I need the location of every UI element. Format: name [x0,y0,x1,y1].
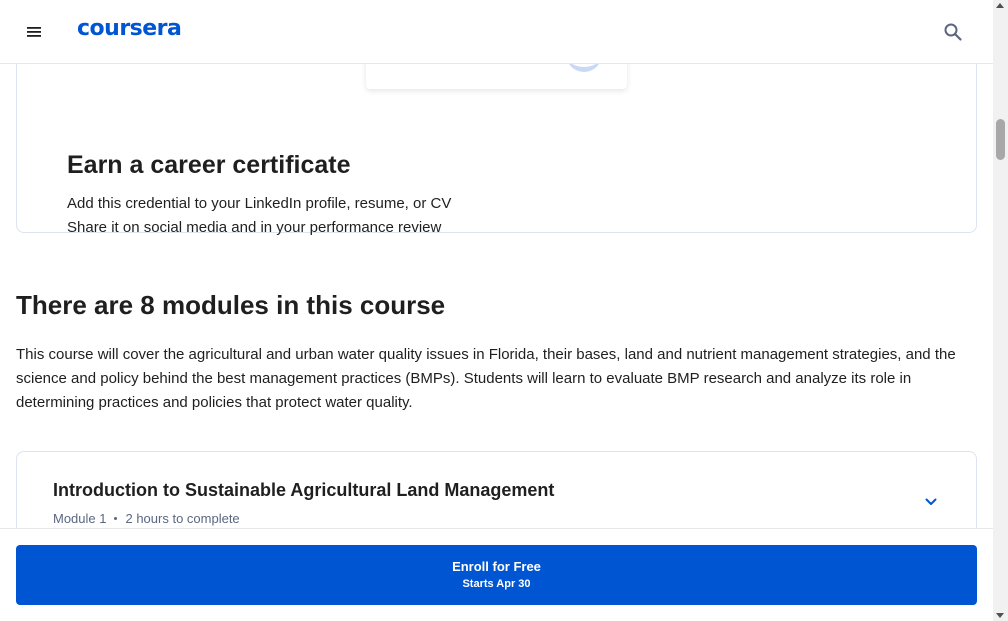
certificate-benefit-linkedin: Add this credential to your LinkedIn pro… [67,195,452,212]
certificate-title: Earn a career certificate [67,151,351,179]
course-description: This course will cover the agricultural … [16,346,956,411]
module-title: Introduction to Sustainable Agricultural… [53,480,555,500]
modules-heading: There are 8 modules in this course [16,290,446,320]
scrollbar-thumb[interactable] [996,119,1005,160]
coursera-logo[interactable]: coursera [77,16,182,41]
enroll-button-label: Enroll for Free [452,559,541,574]
enroll-bar: Enroll for Free Starts Apr 30 [0,528,993,621]
module-number: Module 1 [53,511,107,526]
page-scrollbar[interactable] [993,0,1008,621]
chevron-down-icon[interactable] [921,492,941,512]
enroll-button[interactable]: Enroll for Free Starts Apr 30 [16,545,977,605]
hamburger-menu-icon[interactable] [22,20,46,44]
search-icon[interactable] [940,19,966,45]
enroll-start-date: Starts Apr 30 [462,578,531,590]
certificate-benefit-share: Share it on social media and in your per… [67,219,442,236]
top-header: coursera [0,0,993,64]
scroll-down-arrow-icon[interactable] [996,613,1004,618]
module-meta: Module 1 2 hours to complete [53,511,240,526]
scroll-up-arrow-icon[interactable] [996,3,1004,8]
module-duration: 2 hours to complete [125,511,240,526]
meta-separator-dot [114,517,118,520]
